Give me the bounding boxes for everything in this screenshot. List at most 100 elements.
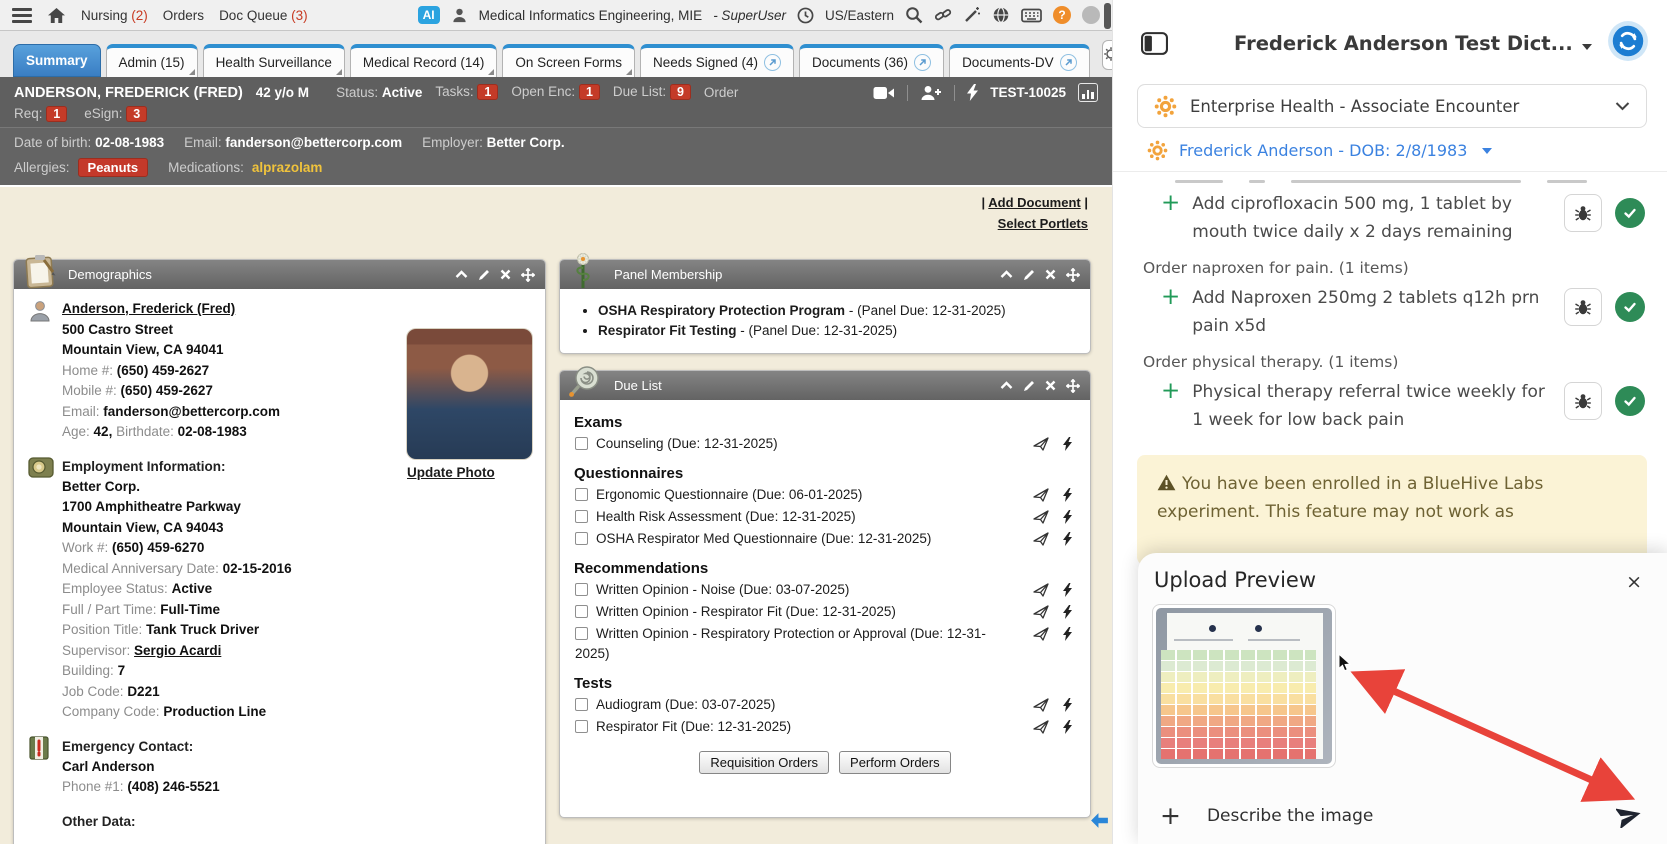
tasks-indicator[interactable]: Tasks: 1 xyxy=(435,84,498,101)
requisition-plane-icon[interactable] xyxy=(1033,583,1049,597)
checkbox[interactable] xyxy=(575,488,588,501)
requisition-orders-button[interactable]: Requisition Orders xyxy=(699,751,829,774)
magic-wand-icon[interactable] xyxy=(963,6,981,24)
requisition-plane-icon[interactable] xyxy=(1033,627,1049,641)
popout-icon[interactable] xyxy=(1060,54,1077,71)
requisition-plane-icon[interactable] xyxy=(1033,488,1049,502)
tab-admin[interactable]: Admin (15) xyxy=(106,44,198,77)
patient-name[interactable]: ANDERSON, FREDERICK (FRED) xyxy=(14,85,243,101)
approve-check-button[interactable] xyxy=(1615,198,1645,228)
nav-doc-queue[interactable]: Doc Queue (3) xyxy=(219,8,308,23)
perform-bolt-icon[interactable] xyxy=(1063,488,1072,502)
perform-bolt-icon[interactable] xyxy=(1063,532,1072,546)
esign-indicator[interactable]: eSign: 3 xyxy=(84,106,147,123)
vertical-scrollbar-thumb[interactable] xyxy=(1104,3,1111,29)
debug-bug-button[interactable] xyxy=(1564,288,1602,326)
nav-nursing[interactable]: Nursing (2) xyxy=(81,8,148,23)
patient-name-link[interactable]: Anderson, Frederick (Fred) xyxy=(62,301,235,316)
collapse-icon[interactable] xyxy=(1000,381,1013,390)
close-icon[interactable] xyxy=(1045,269,1056,280)
medication-link[interactable]: alprazolam xyxy=(252,160,323,175)
move-icon[interactable] xyxy=(1066,379,1080,393)
perform-bolt-icon[interactable] xyxy=(1063,605,1072,619)
tab-needs-signed[interactable]: Needs Signed (4) xyxy=(640,44,794,77)
quick-action-bolt-icon[interactable] xyxy=(967,84,978,101)
nav-orders[interactable]: Orders xyxy=(163,8,204,23)
checkbox[interactable] xyxy=(575,532,588,545)
select-portlets-link[interactable]: Select Portlets xyxy=(982,213,1089,234)
perform-bolt-icon[interactable] xyxy=(1063,627,1072,641)
timezone[interactable]: US/Eastern xyxy=(825,8,894,23)
requisition-plane-icon[interactable] xyxy=(1033,532,1049,546)
checkbox[interactable] xyxy=(575,605,588,618)
requisition-plane-icon[interactable] xyxy=(1033,437,1049,451)
edit-pencil-icon[interactable] xyxy=(1023,380,1035,392)
edit-pencil-icon[interactable] xyxy=(478,269,490,281)
sidebar-toggle-icon[interactable] xyxy=(1141,32,1168,55)
edit-pencil-icon[interactable] xyxy=(1023,269,1035,281)
home-icon[interactable] xyxy=(47,7,66,24)
attach-plus-icon[interactable]: + xyxy=(1160,803,1181,828)
add-person-icon[interactable] xyxy=(920,85,942,101)
encounter-selector[interactable]: Enterprise Health - Associate Encounter xyxy=(1137,84,1647,128)
link-icon[interactable] xyxy=(934,6,952,24)
collapse-icon[interactable] xyxy=(1000,270,1013,279)
close-icon[interactable] xyxy=(500,269,511,280)
tab-summary[interactable]: Summary xyxy=(13,44,101,77)
add-document-link[interactable]: | Add Document | xyxy=(982,192,1089,213)
globe-icon[interactable] xyxy=(992,6,1010,24)
move-icon[interactable] xyxy=(521,268,535,282)
checkbox[interactable] xyxy=(575,510,588,523)
perform-bolt-icon[interactable] xyxy=(1063,437,1072,451)
upload-thumbnail[interactable] xyxy=(1152,604,1336,768)
supervisor-link[interactable]: Sergio Acardi xyxy=(134,643,221,658)
send-icon[interactable] xyxy=(1616,804,1642,828)
checkbox[interactable] xyxy=(575,627,588,640)
debug-bug-button[interactable] xyxy=(1564,194,1602,232)
video-camera-icon[interactable] xyxy=(873,86,895,100)
order-link[interactable]: Order xyxy=(704,85,739,100)
perform-bolt-icon[interactable] xyxy=(1063,510,1072,524)
requisition-plane-icon[interactable] xyxy=(1033,720,1049,734)
allergy-badge[interactable]: Peanuts xyxy=(78,158,149,177)
tab-documents[interactable]: Documents (36) xyxy=(799,44,944,77)
dictation-title[interactable]: Frederick Anderson Test Dict... xyxy=(1234,32,1592,55)
req-indicator[interactable]: Req: 1 xyxy=(14,106,67,123)
move-icon[interactable] xyxy=(1066,268,1080,282)
collapse-icon[interactable] xyxy=(455,270,468,279)
assistant-logo-icon[interactable] xyxy=(1607,20,1649,66)
tab-on-screen-forms[interactable]: On Screen Forms xyxy=(502,44,635,77)
perform-bolt-icon[interactable] xyxy=(1063,720,1072,734)
chart-stats-icon[interactable] xyxy=(1078,83,1098,102)
approve-check-button[interactable] xyxy=(1615,386,1645,416)
help-icon[interactable]: ? xyxy=(1053,6,1071,24)
tab-medical-record[interactable]: Medical Record (14) xyxy=(350,44,498,77)
due-list-indicator[interactable]: Due List: 9 xyxy=(613,84,691,101)
popout-icon[interactable] xyxy=(914,54,931,71)
approve-check-button[interactable] xyxy=(1615,292,1645,322)
requisition-plane-icon[interactable] xyxy=(1033,698,1049,712)
describe-image-input[interactable]: Describe the image xyxy=(1207,806,1373,826)
perform-orders-button[interactable]: Perform Orders xyxy=(839,751,951,774)
collapse-panel-arrow-icon[interactable] xyxy=(1089,812,1110,834)
search-icon[interactable] xyxy=(905,6,923,24)
checkbox[interactable] xyxy=(575,437,588,450)
tab-documents-dv[interactable]: Documents-DV xyxy=(949,44,1090,77)
patient-context-link[interactable]: Frederick Anderson - DOB: 2/8/1983 xyxy=(1147,140,1643,161)
checkbox[interactable] xyxy=(575,583,588,596)
ai-badge[interactable]: AI xyxy=(418,6,440,24)
keyboard-icon[interactable] xyxy=(1021,8,1042,23)
debug-bug-button[interactable] xyxy=(1564,382,1602,420)
close-icon[interactable] xyxy=(1045,380,1056,391)
checkbox[interactable] xyxy=(575,698,588,711)
perform-bolt-icon[interactable] xyxy=(1063,583,1072,597)
close-icon[interactable]: × xyxy=(1626,573,1642,592)
menu-icon[interactable] xyxy=(12,8,32,23)
perform-bolt-icon[interactable] xyxy=(1063,698,1072,712)
requisition-plane-icon[interactable] xyxy=(1033,510,1049,524)
tab-health-surveillance[interactable]: Health Surveillance xyxy=(203,44,345,77)
popout-icon[interactable] xyxy=(764,54,781,71)
user-role[interactable]: - SuperUser xyxy=(713,8,786,23)
checkbox[interactable] xyxy=(575,720,588,733)
encounter-id[interactable]: TEST-10025 xyxy=(990,85,1066,100)
